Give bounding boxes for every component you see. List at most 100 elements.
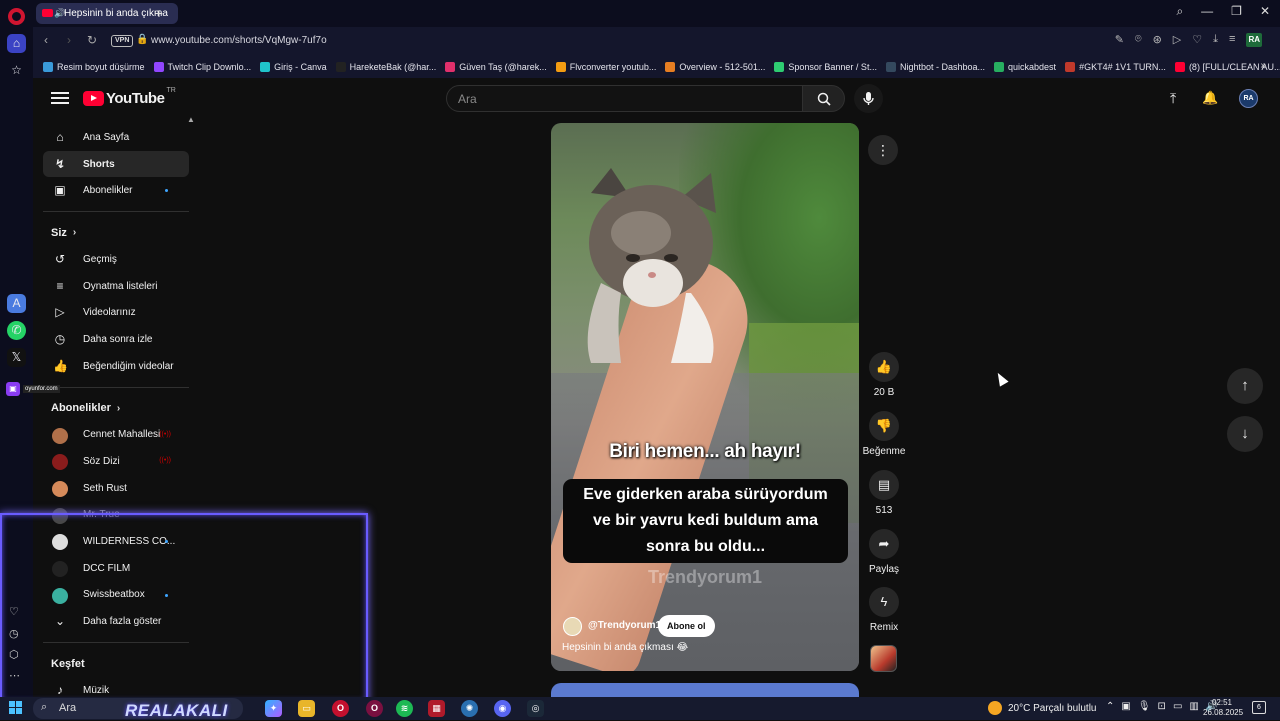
download-icon[interactable]: ⤓ bbox=[1213, 33, 1218, 47]
whatsapp-icon[interactable]: ✆ bbox=[7, 321, 26, 340]
device-icon[interactable]: ▣ bbox=[1121, 701, 1130, 712]
youtube-logo[interactable]: YouTube TR bbox=[83, 87, 176, 107]
sidebar-item-daha-sonra-izle[interactable]: ◷ Daha sonra izle bbox=[43, 326, 189, 353]
sidebar-item-ge-mi[interactable]: ↺ Geçmiş bbox=[43, 246, 189, 273]
subscription-item[interactable]: Cennet Mahallesi ((•)) bbox=[43, 422, 189, 449]
forward-icon[interactable]: › bbox=[67, 33, 71, 47]
bookmark-item[interactable]: Giriş - Canva bbox=[260, 62, 327, 72]
opera-gx-icon[interactable]: O bbox=[332, 700, 349, 717]
sidebar-item-label: Beğendiğim videolar bbox=[83, 360, 174, 372]
more-options-button[interactable]: ⋮ bbox=[868, 135, 898, 165]
search-icon bbox=[817, 92, 831, 106]
bookmark-item[interactable]: Overview - 512-501... bbox=[665, 62, 765, 72]
shorts-video-player[interactable]: Biri hemen... ah hayır! Eve giderken ara… bbox=[551, 123, 859, 671]
bookmark-item[interactable]: Twitch Clip Downlo... bbox=[153, 62, 251, 72]
windows-start-icon[interactable] bbox=[9, 701, 23, 715]
lock-icon[interactable]: 🔒 bbox=[136, 34, 148, 45]
sidebar-item-shorts[interactable]: ↯ Shorts bbox=[43, 150, 189, 178]
camera-icon[interactable]: ⌾ bbox=[1135, 33, 1142, 47]
subscriptions-heading[interactable]: Abonelikler › bbox=[43, 395, 189, 422]
bookmark-item[interactable]: Güven Taş (@harek... bbox=[445, 62, 547, 72]
account-avatar[interactable]: RA bbox=[1239, 89, 1258, 108]
menu-icon[interactable]: ≡ bbox=[1229, 33, 1235, 47]
close-button[interactable]: ✕ bbox=[1260, 4, 1270, 22]
x-twitter-icon[interactable]: 𝕏 bbox=[7, 348, 26, 367]
speaker-icon[interactable]: 🔊 bbox=[54, 3, 65, 24]
bookmark-item[interactable]: Resim boyut düşürme bbox=[43, 62, 145, 72]
channel-name-link[interactable]: @Trendyorum1 bbox=[588, 620, 661, 631]
player-icon[interactable]: ▷ bbox=[1173, 33, 1181, 47]
opera-logo-icon[interactable] bbox=[8, 8, 25, 25]
sidebar-item-oynatma-listeleri[interactable]: ≡ Oynatma listeleri bbox=[43, 273, 189, 300]
opera-icon[interactable]: O bbox=[366, 700, 383, 717]
subscribe-button[interactable]: Abone ol bbox=[658, 615, 715, 637]
dislike-button[interactable]: 👎 Beğenme bbox=[860, 411, 908, 457]
bookmark-label: Giriş - Canva bbox=[274, 62, 327, 72]
reload-icon[interactable]: ↻ bbox=[87, 33, 97, 47]
channel-avatar[interactable] bbox=[563, 617, 582, 636]
search-input[interactable]: Ara bbox=[446, 85, 803, 112]
audio-source-thumbnail[interactable] bbox=[870, 645, 897, 672]
bookmark-item[interactable]: quickabdest bbox=[994, 62, 1056, 72]
notification-center-icon[interactable]: 6 bbox=[1252, 701, 1266, 714]
short-title[interactable]: Hepsinin bi anda çıkması 😂 bbox=[562, 642, 688, 653]
bookmark-item[interactable]: HareketeBak (@har... bbox=[335, 62, 436, 72]
share-button[interactable]: ➦ Paylaş bbox=[860, 529, 908, 575]
extension-icon[interactable]: ⊛ bbox=[1153, 33, 1162, 47]
file-explorer-icon[interactable]: ▭ bbox=[298, 700, 315, 717]
app-icon[interactable]: ▦ bbox=[428, 700, 445, 717]
you-heading[interactable]: Siz › bbox=[43, 219, 189, 246]
bookmark-item[interactable]: #GKT4# 1V1 TURN... bbox=[1065, 62, 1166, 72]
notifications-bell-icon[interactable]: 🔔 bbox=[1202, 90, 1218, 106]
discord-icon[interactable]: ◉ bbox=[494, 700, 511, 717]
subscription-item[interactable]: Seth Rust bbox=[43, 475, 189, 502]
remix-button[interactable]: ϟ Remix bbox=[860, 587, 908, 633]
voice-search-button[interactable] bbox=[854, 84, 883, 113]
camera-icon[interactable]: ⊡ bbox=[1158, 701, 1166, 712]
bookmark-label: Sponsor Banner / St... bbox=[788, 62, 877, 72]
sidebar-item-abonelikler[interactable]: ▣ Abonelikler bbox=[43, 177, 189, 204]
sidebar-item-ana-sayfa[interactable]: ⌂ Ana Sayfa bbox=[43, 124, 189, 151]
microphone-icon[interactable]: 🎙 bbox=[1138, 701, 1151, 712]
subscription-item[interactable]: Söz Dizi ((•)) bbox=[43, 448, 189, 475]
search-tabs-icon[interactable]: ⌕ bbox=[1176, 4, 1183, 22]
minimize-button[interactable]: — bbox=[1201, 4, 1213, 22]
bookmark-item[interactable]: Nightbot - Dashboa... bbox=[885, 62, 985, 72]
sidebar-scroll-up-icon[interactable]: ▲ bbox=[187, 115, 195, 124]
bookmark-item[interactable]: Sponsor Banner / St... bbox=[774, 62, 877, 72]
bookmark-item[interactable]: Flvconverter youtub... bbox=[555, 62, 656, 72]
upload-icon[interactable]: ⤒ bbox=[1170, 90, 1176, 107]
vpn-badge[interactable]: VPN bbox=[111, 35, 134, 47]
steam-icon[interactable]: ◎ bbox=[527, 700, 544, 717]
bookmarks-overflow-icon[interactable]: » bbox=[1260, 60, 1266, 71]
home-icon[interactable]: ⌂ bbox=[7, 34, 26, 53]
sidebar-item-be-endi-im-videolar[interactable]: 👍 Beğendiğim videolar bbox=[43, 353, 189, 380]
url-field[interactable]: www.youtube.com/shorts/VqMgw-7uf7o bbox=[151, 35, 327, 46]
network-app-icon[interactable]: ✺ bbox=[461, 700, 478, 717]
new-tab-button[interactable]: + bbox=[151, 5, 167, 21]
app-store-icon[interactable]: A bbox=[7, 294, 26, 313]
heart-icon[interactable]: ♡ bbox=[1192, 33, 1202, 47]
network-icon[interactable]: ▥ bbox=[1189, 701, 1198, 712]
comments-button[interactable]: ▤ 513 bbox=[860, 470, 908, 516]
edit-icon[interactable]: ✎ bbox=[1115, 33, 1124, 47]
chevron-up-icon[interactable]: ⌃ bbox=[1106, 701, 1114, 712]
previous-short-button[interactable]: ↑ bbox=[1227, 368, 1263, 404]
clock-date: 26.08.2025 bbox=[1203, 708, 1244, 717]
weather-widget[interactable]: 20°C Parçalı bulutlu bbox=[988, 701, 1097, 715]
next-short-button[interactable]: ↓ bbox=[1227, 416, 1263, 452]
spotify-icon[interactable]: ≋ bbox=[396, 700, 413, 717]
bookmark-label: (8) [FULL/CLEAN AU... bbox=[1188, 62, 1280, 72]
like-button[interactable]: 👍 20 B bbox=[860, 352, 908, 398]
streamer-name: REALAKALI bbox=[125, 701, 228, 720]
hamburger-menu-icon[interactable] bbox=[51, 92, 69, 104]
display-icon[interactable]: ▭ bbox=[1173, 701, 1182, 712]
back-icon[interactable]: ‹ bbox=[44, 33, 48, 47]
profile-icon[interactable]: RA bbox=[1246, 33, 1262, 47]
search-button[interactable] bbox=[802, 85, 845, 112]
copilot-icon[interactable]: ✦ bbox=[265, 700, 282, 717]
bookmark-icon[interactable]: ☆ bbox=[7, 61, 26, 80]
maximize-button[interactable]: ❐ bbox=[1231, 4, 1242, 22]
clock[interactable]: 02:51 26.08.2025 bbox=[1203, 698, 1244, 718]
sidebar-item-videolar-n-z[interactable]: ▷ Videolarınız bbox=[43, 299, 189, 326]
